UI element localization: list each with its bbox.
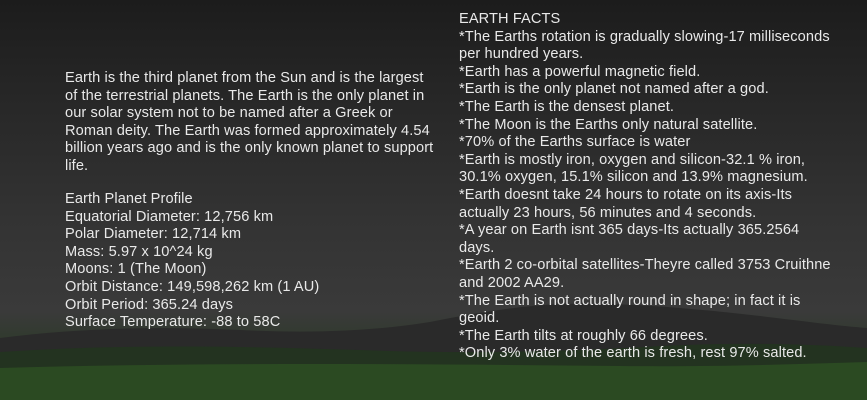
fact-item: *The Earths rotation is gradually slowin…	[459, 28, 830, 63]
fact-item: *Earth doesnt take 24 hours to rotate on…	[459, 186, 793, 221]
facts-title: EARTH FACTS	[459, 11, 561, 27]
profile-line: Polar Diameter: 12,714 km	[65, 226, 242, 243]
fact-item: *Only 3% water of the earth is fresh, re…	[459, 345, 807, 362]
intro-text: Earth is the third planet from the Sun a…	[65, 70, 434, 174]
fact-item: *Earth has a powerful magnetic field.	[459, 63, 701, 80]
fact-item: *The Earth tilts at roughly 66 degrees.	[459, 327, 708, 344]
fact-item: *The Earth is the densest planet.	[459, 98, 675, 115]
profile-line: Surface Temperature: -88 to 58C	[65, 314, 281, 331]
fact-item: *Earth 2 co-orbital satellites-Theyre ca…	[459, 257, 831, 291]
profile-line: Moons: 1 (The Moon)	[65, 261, 207, 278]
profile-line: Equatorial Diameter: 12,756 km	[65, 208, 274, 225]
fact-item: *The Earth is not actually round in shap…	[459, 292, 801, 327]
grass-field	[0, 362, 867, 400]
fact-item: *A year on Earth isnt 365 days-Its actua…	[459, 222, 800, 256]
profile-line: Mass: 5.97 x 10^24 kg	[65, 243, 213, 260]
planet-profile: Earth Planet Profile Equatorial Diameter…	[65, 191, 435, 332]
fact-item: *Earth is mostly iron, oxygen and silico…	[459, 151, 808, 186]
fact-item: *Earth is the only planet not named afte…	[459, 81, 769, 98]
fact-item: *70% of the Earths surface is water	[459, 134, 691, 151]
earth-facts: EARTH FACTS *The Earths rotation is grad…	[459, 11, 834, 363]
fact-item: *The Moon is the Earths only natural sat…	[459, 116, 758, 133]
intro-paragraph: Earth is the third planet from the Sun a…	[65, 70, 435, 176]
profile-title: Earth Planet Profile	[65, 191, 193, 207]
profile-line: Orbit Period: 365.24 days	[65, 296, 233, 313]
profile-line: Orbit Distance: 149,598,262 km (1 AU)	[65, 278, 320, 295]
